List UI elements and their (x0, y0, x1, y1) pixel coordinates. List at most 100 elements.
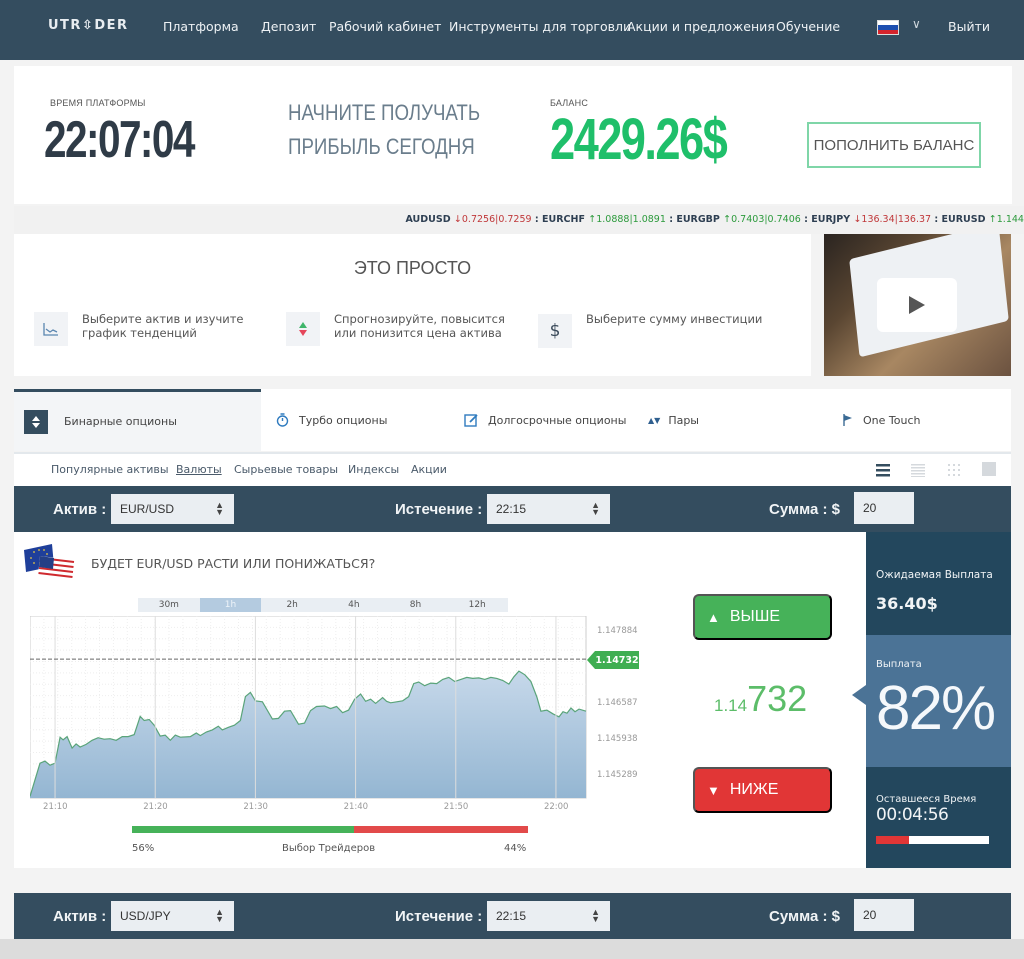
asset-label: Актив : (53, 908, 107, 925)
select-arrows-icon: ▲ ▼ (215, 907, 224, 924)
price-chart (30, 616, 587, 799)
sentiment-down-bar (353, 826, 528, 833)
logout-link[interactable]: Выйти (948, 19, 990, 34)
step-choose-amount: $ Выберите сумму инвестиции (538, 312, 762, 348)
time-left-value: 00:04:56 (876, 805, 949, 825)
sentiment-up-bar (132, 826, 354, 833)
category-indices[interactable]: Индексы (348, 463, 399, 476)
play-icon (909, 296, 925, 314)
payout-value: 82% (876, 674, 996, 743)
tab-turbo-options[interactable]: Турбо опционы (276, 389, 387, 451)
nav-platform[interactable]: Платформа (163, 19, 239, 34)
timeframe-1h[interactable]: 1h (199, 598, 262, 612)
select-arrows-icon: ▲ ▼ (591, 907, 600, 924)
tab-pairs[interactable]: ▲▼ Пары (648, 389, 699, 451)
timeframe-2h[interactable]: 2h (261, 598, 323, 612)
view-single-icon[interactable] (982, 462, 996, 476)
chevron-down-icon[interactable]: ∨ (912, 17, 921, 31)
ticker-item: EURJPY ↓136.34|136.37 (811, 214, 932, 225)
y-tick-label: 1.145289 (597, 770, 638, 780)
asset-category-nav: Популярные активы Валюты Сырьевые товары… (14, 452, 1011, 486)
timeframe-4h[interactable]: 4h (323, 598, 385, 612)
option-type-tabs: Бинарные опционы Турбо опционы Долгосроч… (14, 389, 1011, 451)
tab-long-term-options[interactable]: Долгосрочные опционы (464, 389, 626, 451)
nav-deposit[interactable]: Депозит (261, 19, 316, 34)
category-stocks[interactable]: Акции (411, 463, 447, 476)
account-summary: ВРЕМЯ ПЛАТФОРМЫ 22:07:04 НАЧНИТЕ ПОЛУЧАТ… (14, 66, 1012, 204)
x-tick-label: 21:10 (43, 802, 68, 812)
timeframe-8h[interactable]: 8h (385, 598, 447, 612)
nav-trading-tools[interactable]: Инструменты для торговли (449, 19, 631, 34)
logo[interactable]: UTR⇳DER (48, 18, 129, 33)
sort-icon (24, 409, 48, 434)
triangle-up-icon: ▲ (707, 609, 720, 625)
nav-education[interactable]: Обучение (776, 19, 840, 34)
chart-line-icon (34, 312, 68, 346)
eur-usd-flag-icon (24, 544, 75, 580)
timeframe-12h[interactable]: 12h (446, 598, 508, 612)
platform-time-label: ВРЕМЯ ПЛАТФОРМЫ (50, 98, 146, 108)
y-tick-label: 1.145938 (597, 734, 638, 744)
select-arrows-icon: ▲ ▼ (591, 500, 600, 517)
nav-cabinet[interactable]: Рабочий кабинет (329, 19, 441, 34)
put-button[interactable]: ▼ НИЖЕ (693, 767, 832, 813)
expiry-select[interactable]: 22:15 ▲ ▼ (487, 901, 610, 931)
y-tick-label: 1.147884 (597, 626, 638, 636)
time-left-progress (876, 836, 989, 844)
select-arrows-icon: ▲ ▼ (215, 500, 224, 517)
triangle-down-icon: ▼ (707, 782, 720, 798)
amount-label: Сумма : $ (769, 908, 840, 925)
edit-icon (464, 414, 478, 427)
view-list-icon[interactable] (876, 462, 890, 477)
expiry-label: Истечение : (395, 908, 483, 925)
payout-sidebar: Ожидаемая Выплата 36.40$ Выплата 82% Ост… (852, 532, 1011, 868)
payout-label: Выплата (876, 659, 922, 670)
ticker-item: EURCHF ↑1.0888|1.0891 (542, 214, 666, 225)
category-commodities[interactable]: Сырьевые товары (234, 463, 338, 476)
ticker-item: EURGBP ↑0.7403|0.7406 (676, 214, 801, 225)
how-it-works-title: ЭТО ПРОСТО (353, 258, 472, 278)
payout-block: Выплата 82% (852, 635, 1011, 767)
trade-panel: БУДЕТ EUR/USD РАСТИ ИЛИ ПОНИЖАТЬСЯ? 30m 1… (14, 532, 866, 868)
ticker-item: EURUSD ↑1.1445 (941, 214, 1024, 225)
deposit-button[interactable]: ПОПОЛНИТЬ БАЛАНС (807, 122, 981, 168)
tab-one-touch[interactable]: One Touch (843, 389, 920, 451)
expected-payout-label: Ожидаемая Выплата (876, 569, 993, 581)
x-tick-label: 21:50 (443, 802, 469, 812)
y-tick-label: 1.146587 (597, 698, 638, 708)
timeframe-selector: 30m 1h 2h 4h 8h 12h (138, 598, 508, 612)
traders-sentiment-bar (132, 826, 528, 833)
category-currencies[interactable]: Валюты (176, 463, 222, 476)
play-button[interactable] (877, 278, 957, 332)
view-compact-icon[interactable] (911, 462, 925, 477)
asset-select[interactable]: USD/JPY ▲ ▼ (111, 901, 234, 931)
top-navigation: UTR⇳DER Платформа Депозит Рабочий кабине… (0, 0, 1024, 60)
trade-controls: Актив : EUR/USD ▲ ▼ Истечение : 22:15 ▲ ▼ … (14, 486, 1011, 532)
dollar-icon: $ (538, 314, 572, 348)
expiry-select[interactable]: 22:15 ▲ ▼ (487, 494, 610, 524)
amount-input[interactable]: 20 (854, 899, 914, 931)
stopwatch-icon (276, 413, 289, 427)
step-predict: Спрогнозируйте, повысится или понизится ц… (286, 312, 505, 346)
expected-payout-value: 36.40$ (876, 594, 938, 613)
tab-binary-options[interactable]: Бинарные опционы (14, 389, 261, 451)
trade-controls-2: Актив : USD/JPY ▲ ▼ Истечение : 22:15 ▲ ▼ … (14, 893, 1011, 939)
up-down-arrows-icon (286, 312, 320, 346)
intro-video[interactable] (824, 234, 1011, 376)
timeframe-30m[interactable]: 30m (138, 598, 200, 612)
quotes-ticker: AUDUSD ↓0.7256|0.7259 : EURCHF ↑1.0888|1… (14, 206, 1024, 234)
category-popular[interactable]: Популярные активы (51, 463, 169, 476)
x-tick-label: 21:30 (243, 802, 268, 812)
x-tick-label: 21:40 (343, 802, 369, 812)
asset-select[interactable]: EUR/USD ▲ ▼ (111, 494, 234, 524)
nav-promotions[interactable]: Акции и предложения (627, 19, 775, 34)
view-grid-icon[interactable] (947, 462, 961, 476)
ticker-item: AUDUSD ↓0.7256|0.7259 (405, 214, 532, 225)
current-price-tag: 1.14732 (587, 651, 639, 669)
sentiment-up-percent: 56% (132, 843, 155, 854)
call-button[interactable]: ▲ ВЫШЕ (693, 594, 832, 640)
amount-input[interactable]: 20 (854, 492, 914, 524)
russia-flag-icon[interactable] (877, 20, 899, 35)
amount-label: Сумма : $ (769, 501, 840, 518)
trade-question: БУДЕТ EUR/USD РАСТИ ИЛИ ПОНИЖАТЬСЯ? (91, 556, 376, 571)
